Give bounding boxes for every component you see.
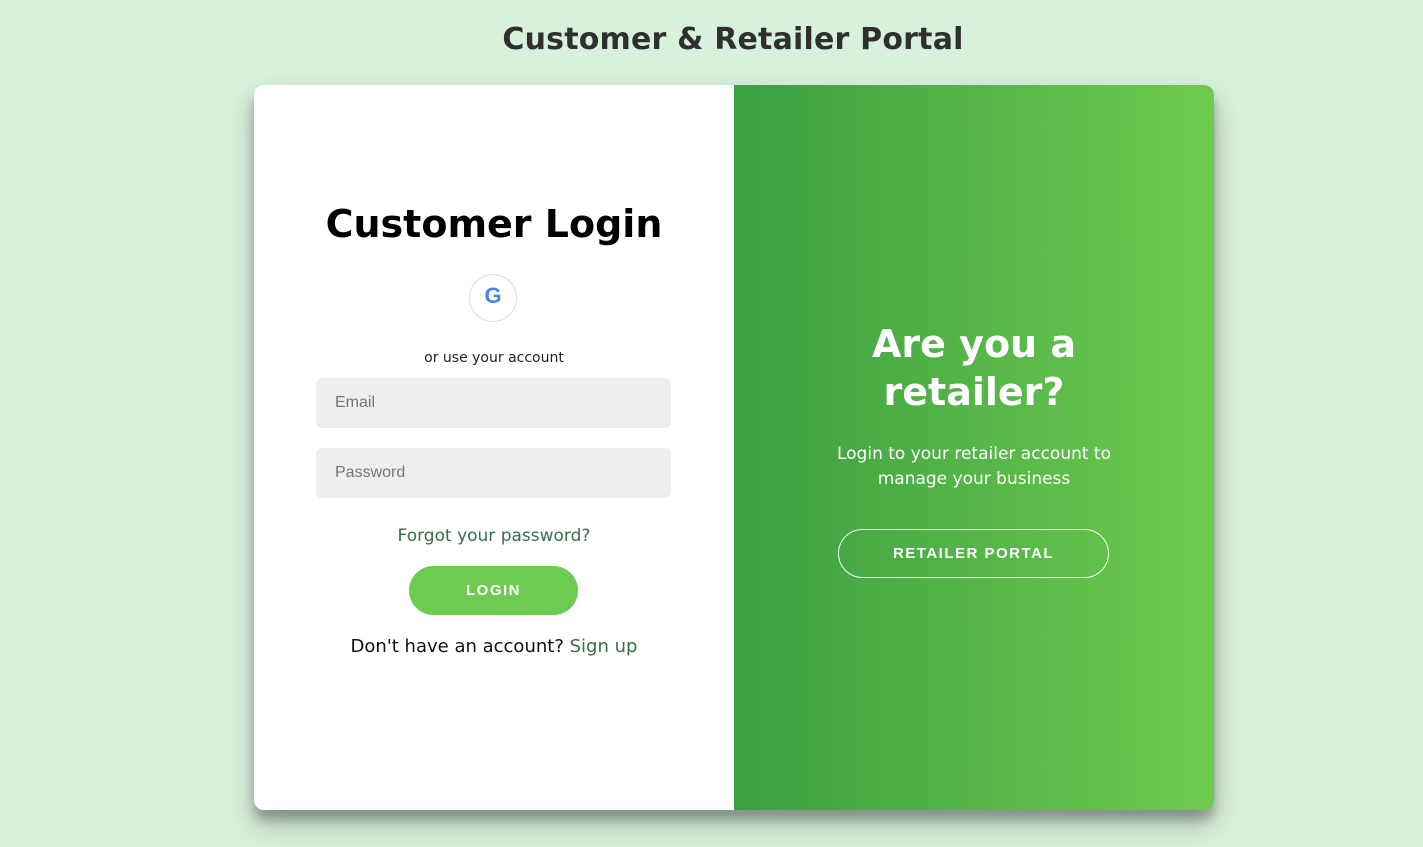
page-title: Customer & Retailer Portal (502, 22, 964, 57)
retailer-heading-line2: retailer? (883, 370, 1065, 414)
retailer-heading-line1: Are you a (872, 322, 1076, 366)
retailer-description: Login to your retailer account to manage… (836, 444, 1112, 489)
forgot-password-link[interactable]: Forgot your password? (254, 526, 734, 546)
signup-link[interactable]: Sign up (570, 636, 638, 657)
email-field[interactable] (316, 378, 671, 428)
svg-text:G: G (484, 284, 501, 308)
retailer-panel: Are you a retailer? Login to your retail… (734, 85, 1214, 810)
signup-prompt: Don't have an account? (350, 636, 564, 657)
password-field[interactable] (316, 448, 671, 498)
login-button[interactable]: LOGIN (409, 566, 578, 615)
retailer-heading: Are you a retailer? (734, 320, 1214, 416)
login-card: Customer Login G or use your account For… (254, 85, 1214, 810)
alternate-login-text: or use your account (424, 350, 564, 366)
retailer-portal-button[interactable]: RETAILER PORTAL (838, 529, 1109, 578)
customer-login-panel: Customer Login G or use your account For… (254, 85, 734, 810)
customer-login-heading: Customer Login (325, 202, 663, 246)
google-sign-in-button[interactable]: G (469, 274, 517, 322)
google-icon: G (481, 283, 505, 312)
signup-line: Don't have an account? Sign up (254, 636, 734, 657)
